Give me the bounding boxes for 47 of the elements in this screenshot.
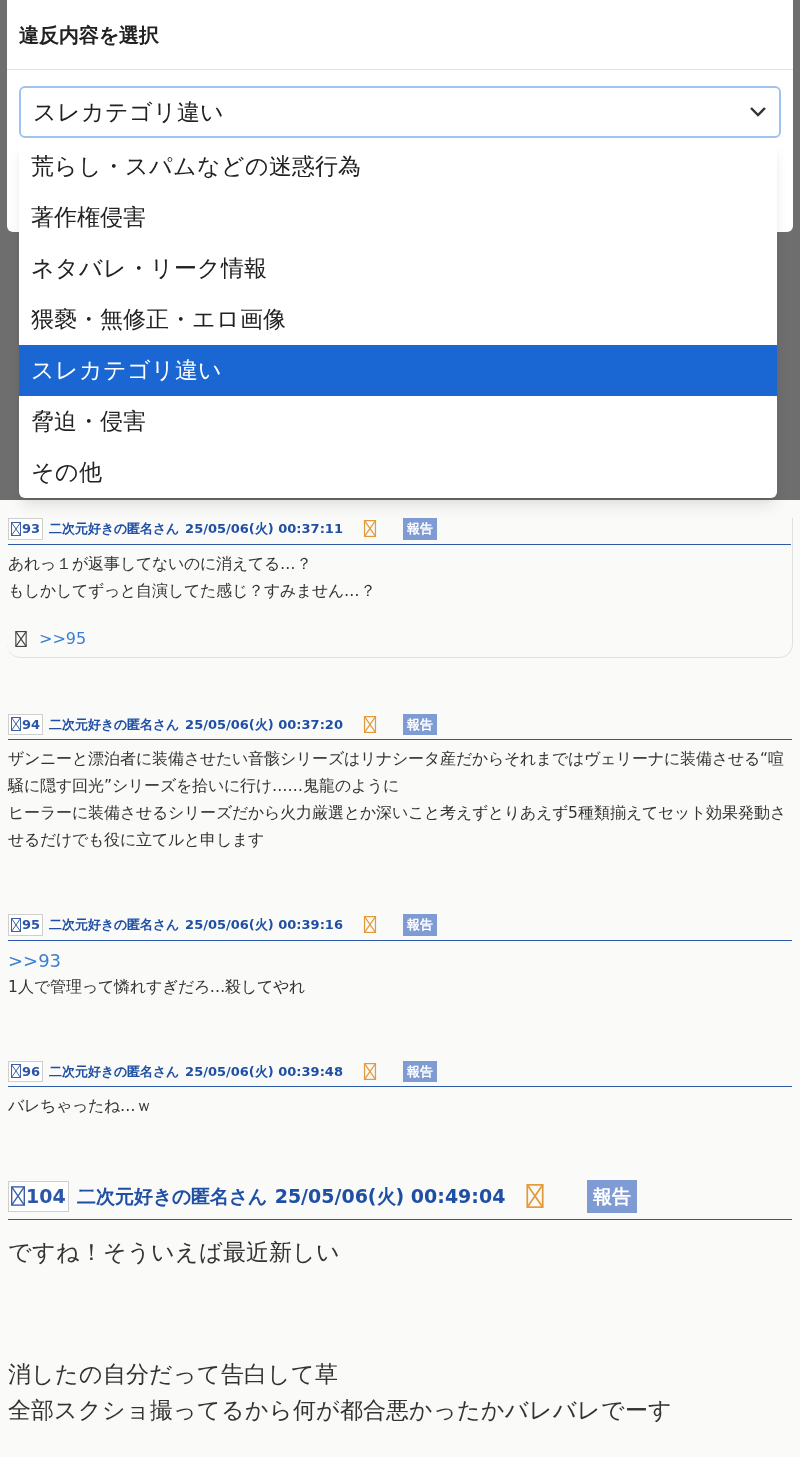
broken-image-icon — [11, 1186, 25, 1207]
dialog-title: 違反内容を選択 — [19, 21, 159, 49]
post-date: 25/05/06(火) 00:37:20 — [185, 715, 343, 734]
broken-image-icon — [362, 520, 377, 538]
chevron-down-icon — [749, 106, 767, 118]
poster-name: 二次元好きの匿名さん — [49, 715, 180, 734]
reply-link[interactable]: >>95 — [39, 626, 87, 651]
category-select[interactable]: スレカテゴリ違い — [19, 86, 781, 138]
dropdown-option[interactable]: その他 — [19, 447, 777, 498]
post-date: 25/05/06(火) 00:49:04 — [274, 1184, 506, 1209]
dropdown-option[interactable]: 猥褻・無修正・エロ画像 — [19, 294, 777, 345]
post-number[interactable]: 96 — [8, 1060, 44, 1082]
post-text: 1人で管理って憐れすぎだろ…殺してやれ — [8, 976, 307, 998]
post-text: ヒーラーに装備させるシリーズだから火力厳選とか深いこと考えずとりあえず5種類揃えてセット効果発動させるだけでも役に立てルと申します — [8, 803, 787, 851]
broken-image-icon — [11, 521, 21, 536]
post-number[interactable]: 94 — [8, 713, 44, 735]
post-text: あれっ１が返事してないのに消えてる…？ — [8, 553, 313, 575]
broken-image-icon — [525, 1184, 546, 1209]
post-number[interactable]: 104 — [8, 1181, 69, 1212]
post-text: 全部スクショ撮ってるから何が都合悪かったかバレバレでーす — [8, 1395, 673, 1425]
reply-link[interactable]: >>93 — [8, 946, 792, 974]
post-date: 25/05/06(火) 00:39:48 — [185, 1062, 343, 1081]
post-text: ですね！そういえば最近新しい — [8, 1237, 341, 1267]
post-text: 消したの自分だって告白して草 — [8, 1359, 339, 1389]
post-text: ザンニーと漂泊者に装備させたい音骸シリーズはリナシータ産だからそれまではヴェリーナに装備させる“喧騒に隠す回光”シリーズを拾いに行け……鬼龍のように — [8, 749, 786, 797]
broken-image-icon — [362, 916, 377, 934]
post-text: もしかしてずっと自演してた感じ？すみません…？ — [8, 580, 377, 602]
broken-image-icon — [11, 917, 21, 932]
dropdown-option[interactable]: スレカテゴリ違い — [19, 345, 777, 396]
broken-image-icon — [362, 715, 377, 733]
broken-image-icon — [11, 1064, 21, 1079]
post-text: バレちゃったね…ｗ — [8, 1096, 153, 1117]
dropdown-option[interactable]: 荒らし・スパムなどの迷惑行為 — [19, 141, 777, 192]
post-number[interactable]: 93 — [8, 518, 44, 540]
broken-image-icon — [15, 630, 27, 647]
post-date: 25/05/06(火) 00:37:11 — [185, 520, 343, 538]
poster-name: 二次元好きの匿名さん — [49, 916, 180, 934]
post-date: 25/05/06(火) 00:39:16 — [185, 916, 343, 934]
poster-name: 二次元好きの匿名さん — [49, 520, 180, 538]
poster-name: 二次元好きの匿名さん — [76, 1184, 267, 1209]
dropdown-option[interactable]: ネタバレ・リーク情報 — [19, 243, 777, 294]
dropdown-option[interactable]: 脅迫・侵害 — [19, 396, 777, 447]
broken-image-icon — [362, 1062, 377, 1080]
broken-image-icon — [11, 717, 21, 732]
dropdown-option[interactable]: 著作権侵害 — [19, 192, 777, 243]
poster-name: 二次元好きの匿名さん — [49, 1062, 180, 1081]
post-number[interactable]: 95 — [8, 914, 44, 936]
